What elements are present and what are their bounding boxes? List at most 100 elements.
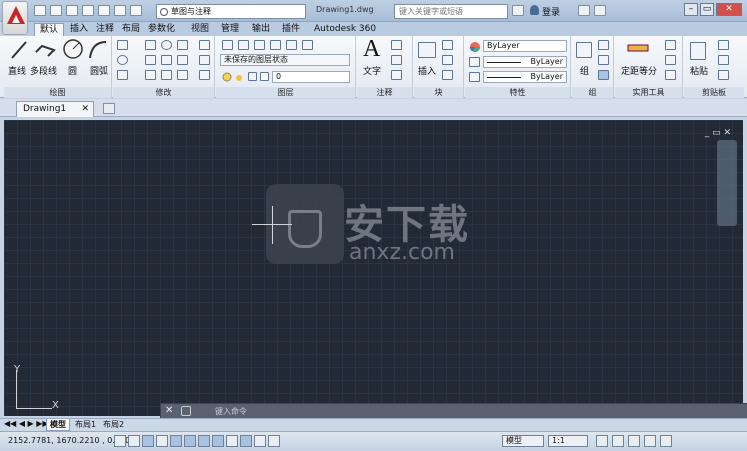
ellipse-icon[interactable] [117,55,128,65]
command-close-icon[interactable]: ✕ [165,405,173,416]
trim-icon[interactable] [177,40,188,50]
hatch-icon[interactable] [117,70,128,80]
binoculars-icon[interactable] [512,5,524,16]
rectangle-icon[interactable] [117,40,128,50]
group-select-icon[interactable] [598,70,609,80]
line-button[interactable]: 直线 [8,64,26,77]
workspace-switch-icon[interactable] [596,435,608,447]
color-wheel-icon[interactable] [469,41,481,53]
explode-icon[interactable] [199,55,210,65]
tab-annotate[interactable]: 注释 [91,23,119,36]
leader-icon[interactable] [391,55,402,65]
ribbon-toggle-icon[interactable] [386,23,404,36]
hardware-acceleration-icon[interactable] [628,435,640,447]
panel-label[interactable]: 块 [414,87,463,98]
tab-view[interactable]: 视图 [186,23,214,36]
application-menu-button[interactable] [2,1,28,35]
otrack-icon[interactable] [212,435,224,447]
panel-label[interactable]: 修改 [113,87,214,98]
paste-icon[interactable] [690,42,706,60]
exchange-icon[interactable] [578,5,590,16]
tab-output[interactable]: 输出 [247,23,275,36]
layer-state-dropdown[interactable]: 未保存的图层状态 [220,54,350,66]
new-icon[interactable] [34,5,46,16]
panel-label[interactable]: 绘图 [4,87,111,98]
tab-home[interactable]: 默认 [34,23,65,36]
panel-label[interactable]: 图层 [216,87,355,98]
color-dropdown[interactable]: ByLayer [483,40,567,52]
workspace-select[interactable]: 草图与注释 [156,4,306,19]
mirror-icon[interactable] [161,55,172,65]
open-icon[interactable] [50,5,62,16]
infer-constraints-icon[interactable] [114,435,126,447]
model-tab[interactable]: 模型 [46,419,70,431]
clean-screen-icon[interactable] [660,435,672,447]
text-icon[interactable]: A [363,36,380,63]
line-icon[interactable] [10,40,28,60]
layout2-tab[interactable]: 布局2 [100,419,127,431]
save-icon[interactable] [66,5,78,16]
match-properties-icon[interactable] [718,70,729,80]
undo-icon[interactable] [114,5,126,16]
circle-button[interactable]: 圆 [68,64,77,77]
save-as-icon[interactable] [82,5,94,16]
array-icon[interactable] [177,70,188,80]
copy-clip-icon[interactable] [718,55,729,65]
tab-parametric[interactable]: 参数化 [143,23,180,36]
polyline-button[interactable]: 多段线 [30,64,57,77]
group-edit-icon[interactable] [598,55,609,65]
copy-icon[interactable] [145,55,156,65]
lineweight-icon[interactable] [469,72,480,82]
isolate-objects-icon[interactable] [644,435,656,447]
tab-layout[interactable]: 布局 [117,23,145,36]
arc-button[interactable]: 圆弧 [90,64,108,77]
edit-block-icon[interactable] [442,55,453,65]
measure-button[interactable]: 定距等分 [621,64,657,77]
tab-autodesk360[interactable]: Autodesk 360 [309,23,381,36]
panel-label[interactable]: 剪贴板 [684,87,744,98]
select-all-icon[interactable] [665,55,676,65]
tab-plugins[interactable]: 插件 [277,23,305,36]
tab-manage[interactable]: 管理 [216,23,244,36]
insert-button[interactable]: 插入 [418,64,436,77]
snap-icon[interactable] [128,435,140,447]
layer-freeze-icon[interactable] [270,40,281,50]
circle-icon[interactable] [62,38,84,60]
stretch-icon[interactable] [145,70,156,80]
panel-label[interactable]: 组 [572,87,613,98]
layer-properties-icon[interactable] [222,40,233,50]
ortho-icon[interactable] [156,435,168,447]
table-icon[interactable] [391,70,402,80]
polar-icon[interactable] [170,435,182,447]
offset-icon[interactable] [199,70,210,80]
insert-block-icon[interactable] [418,42,436,58]
scale-icon[interactable] [161,70,172,80]
print-icon[interactable] [98,5,110,16]
quick-select-icon[interactable] [665,40,676,50]
login-button[interactable]: 登录 [542,5,560,18]
maximize-button[interactable]: ▭ [700,3,714,16]
panel-label[interactable]: 实用工具 [615,87,682,98]
layer-state-icon[interactable] [238,40,249,50]
lock-ui-icon[interactable] [612,435,624,447]
tab-insert[interactable]: 插入 [65,23,93,36]
erase-icon[interactable] [199,40,210,50]
text-button[interactable]: 文字 [363,64,381,77]
close-button[interactable]: ✕ [716,3,742,16]
create-block-icon[interactable] [442,40,453,50]
navigation-bar[interactable] [717,140,737,226]
viewport-controls[interactable]: _ ▭ ✕ [705,128,731,138]
rotate-icon[interactable] [161,40,172,50]
paste-button[interactable]: 粘贴 [690,64,708,77]
annotation-scale-button[interactable]: 1:1 [548,435,588,447]
dyn-icon[interactable] [240,435,252,447]
panel-label[interactable]: 特性 [465,87,570,98]
new-tab-button[interactable] [103,103,115,114]
layout1-tab[interactable]: 布局1 [72,419,99,431]
layer-lock-icon[interactable] [302,40,313,50]
grid-icon[interactable] [142,435,154,447]
group-button[interactable]: 组 [580,64,589,77]
arc-icon[interactable] [88,40,108,60]
layer-off-icon[interactable] [286,40,297,50]
lineweight-toggle-icon[interactable] [254,435,266,447]
